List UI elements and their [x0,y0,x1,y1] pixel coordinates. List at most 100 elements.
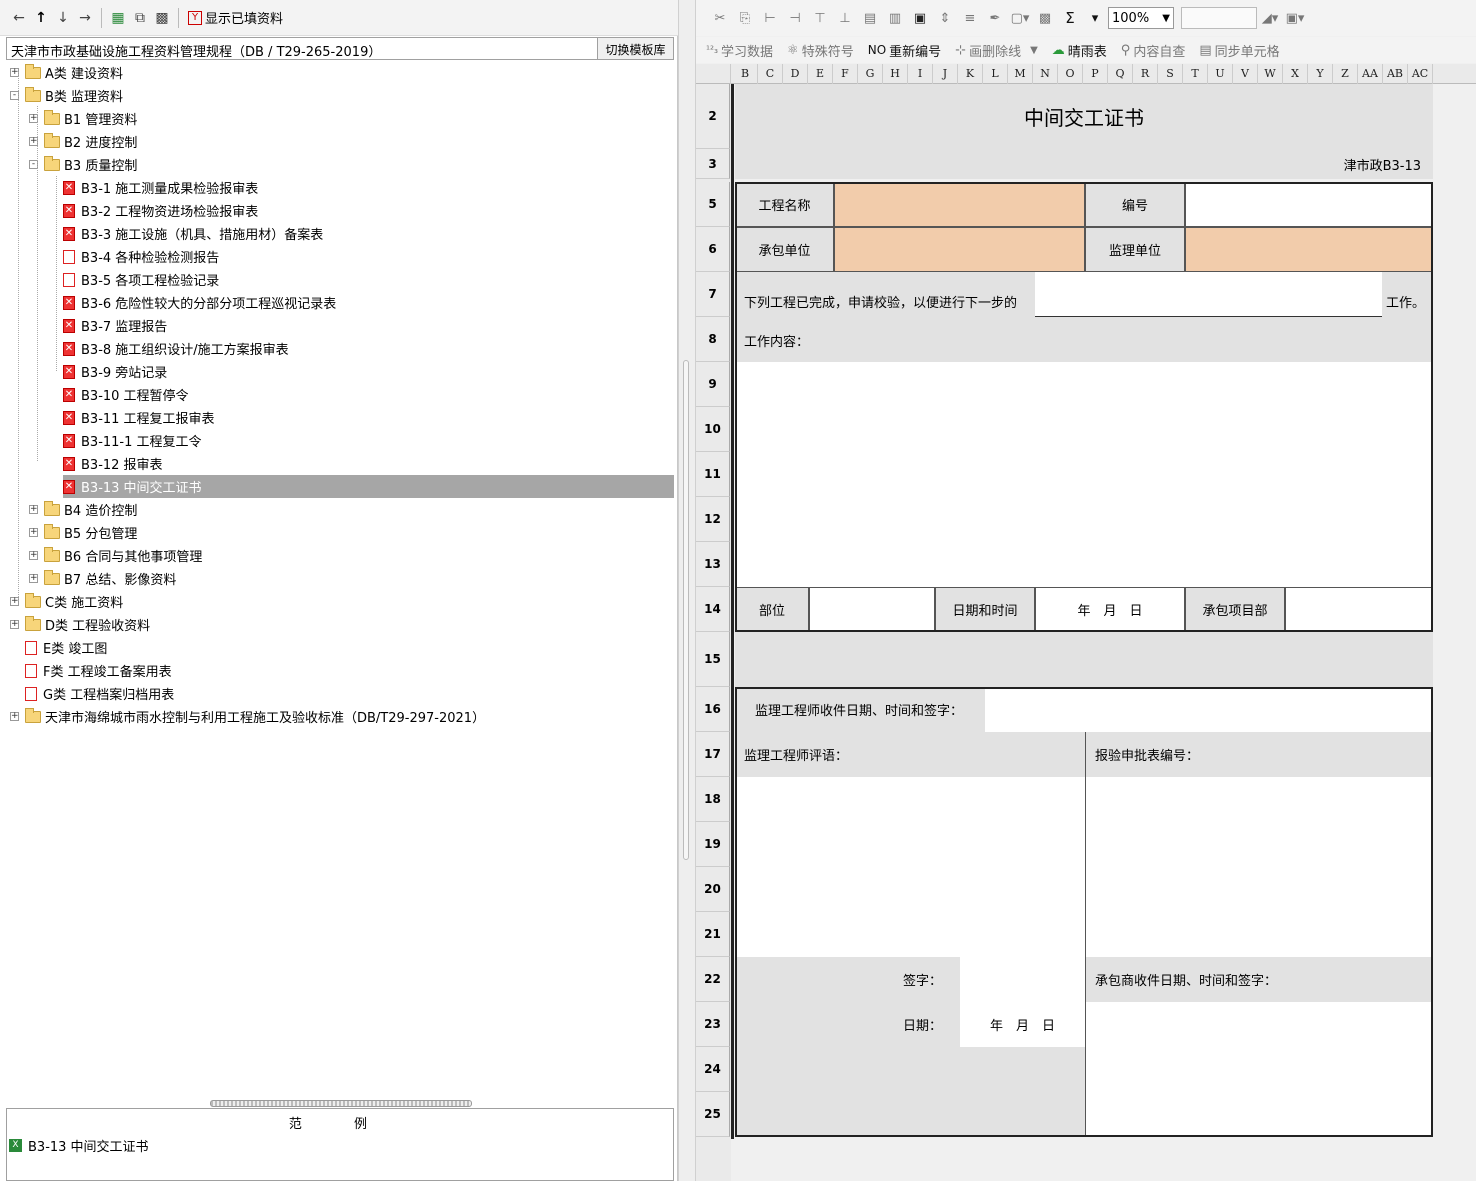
tree-node[interactable]: E类 竣工图 [25,636,107,659]
tree-node[interactable]: + B7 总结、影像资料 [29,567,176,590]
image-icon[interactable]: ▢▾ [1008,11,1032,26]
fill-icon[interactable]: ▣▾ [1283,11,1307,26]
approval-number-field[interactable] [1085,777,1433,957]
tree-node[interactable]: B3-11-1 工程复工令 [63,429,202,452]
tree-node[interactable]: B3-1 施工测量成果检验报审表 [63,176,258,199]
next-step-field[interactable] [1035,272,1382,317]
arrow-down-icon[interactable]: ↓ [52,7,74,29]
tree-node[interactable]: + D类 工程验收资料 [10,613,150,636]
learn-data-button[interactable]: ¹²₃ 学习数据 [706,41,773,60]
tree-guide-line [56,176,57,371]
approval-number-label: 报验申批表编号： [1085,732,1433,777]
legend-item[interactable]: X B3-13 中间交工证书 [9,1136,149,1155]
self-check-button[interactable]: ⚲ 内容自查 [1121,41,1186,60]
tree-node[interactable]: B3-13 中间交工证书 [63,475,674,498]
row-height-icon[interactable]: ⇕ [933,11,957,26]
tree-node[interactable]: B3-11 工程复工报审表 [63,406,215,429]
project-name-field[interactable] [834,182,1085,227]
format-icon[interactable]: ▥ [883,11,907,26]
tree-node[interactable]: + B5 分包管理 [29,521,137,544]
tree-node[interactable]: + B4 造价控制 [29,498,137,521]
sync-cell-button[interactable]: ▤ 同步单元格 [1199,41,1279,60]
tree-node[interactable]: B3-7 监理报告 [63,314,167,337]
weather-button[interactable]: ☁ 晴雨表 [1052,41,1107,60]
cut-icon[interactable]: ✂ [708,11,732,26]
expand-icon[interactable]: + [29,574,38,583]
divider-scrollbar[interactable] [683,360,689,860]
indent-icon[interactable]: ≡ [958,11,982,26]
insert-col-icon[interactable]: ⊤ [808,11,832,26]
contract-dept-field[interactable] [1285,587,1433,632]
table-add-icon[interactable]: ▦ [107,7,129,29]
tree-node[interactable]: B3-8 施工组织设计/施工方案报审表 [63,337,289,360]
merge-icon[interactable]: ▤ [858,11,882,26]
tree-node[interactable]: B3-9 旁站记录 [63,360,167,383]
copy-icon[interactable]: ⧉ [129,7,151,29]
special-symbol-button[interactable]: ⚛ 特殊符号 [787,41,854,60]
tree-node[interactable]: - B3 质量控制 [29,153,137,176]
sigma-icon[interactable]: Σ [1058,9,1082,27]
engineer-receipt-field[interactable] [985,687,1433,732]
arrow-left-icon[interactable]: ← [8,7,30,29]
tree-node[interactable]: G类 工程档案归档用表 [25,682,174,705]
tree-node[interactable]: - B类 监理资料 [10,84,123,107]
tree-node[interactable]: B3-2 工程物资进场检验报审表 [63,199,258,222]
insert-row-icon[interactable]: ⊢ [758,11,782,26]
strikethrough-button[interactable]: ⊹ 画删除线 ▼ [955,41,1038,60]
supervisor-field[interactable] [1185,227,1433,272]
tree-node[interactable]: B3-12 报审表 [63,452,163,475]
tree-node[interactable]: + B1 管理资料 [29,107,137,130]
arrow-up-icon[interactable]: ↑ [30,7,52,29]
zoom-select[interactable]: 100% ▼ [1108,7,1174,29]
delete-row-icon[interactable]: ⊣ [783,11,807,26]
engineer-comment-field[interactable] [735,777,1085,957]
switch-library-button[interactable]: 切换模板库 [597,38,673,59]
line-style-select[interactable] [1181,7,1257,29]
expand-icon[interactable]: + [10,620,19,629]
paste-icon[interactable]: ⎘ [733,11,757,26]
show-filled-button[interactable]: Y 显示已填资料 [184,6,287,30]
spacer-row [735,632,1433,687]
tree-node[interactable]: B3-4 各种检验检测报告 [63,245,219,268]
expand-icon[interactable]: + [29,528,38,537]
tree-node[interactable]: + B2 进度控制 [29,130,137,153]
sign-date-field: 年 月 日 [960,1002,1085,1047]
location-field[interactable] [809,587,935,632]
lock-icon[interactable]: ▣ [908,11,932,26]
panel-splitter[interactable] [210,1100,472,1107]
arrow-right-icon[interactable]: → [74,7,96,29]
contractor-receipt-field[interactable] [1085,1002,1433,1137]
panel-divider[interactable] [678,0,696,1181]
tree-node-label: B3-7 监理报告 [81,320,168,335]
contractor-field[interactable] [834,227,1085,272]
tree-node[interactable]: + B6 合同与其他事项管理 [29,544,202,567]
legend-title: 范 例 [288,1117,392,1132]
tree-node[interactable]: B3-5 各项工程检验记录 [63,268,219,291]
brush-icon[interactable]: ✒ [983,11,1007,26]
signature-field[interactable] [960,957,1085,1002]
chevron-down-icon[interactable]: ▾ [1083,11,1107,26]
expand-icon[interactable]: + [29,505,38,514]
format-toolbar: ✂ ⎘ ⊢ ⊣ ⊤ ⊥ ▤ ▥ ▣ ⇕ ≡ ✒ ▢▾ ▩ Σ ▾ 100% ▼ … [696,0,1476,36]
tree-node[interactable]: B3-10 工程暂停令 [63,383,189,406]
form-grid: 中间交工证书 津市政B3-13 工程名称 编号 承包单位 监理单位 下列工程已完成，申请校验… [696,64,1476,1181]
folder-icon [25,592,41,608]
grid-icon[interactable]: ▩ [151,7,173,29]
delete-col-icon[interactable]: ⊥ [833,11,857,26]
document-icon [63,249,75,264]
tree-node[interactable]: + C类 施工资料 [10,590,123,613]
tree-node[interactable]: + 天津市海绵城市雨水控制与利用工程施工及验收标准（DB/T29-297-2021… [10,705,485,728]
renumber-button[interactable]: NO 重新编号 [868,41,941,60]
spreadsheet[interactable]: B C D E F G H I J K L M N O P Q R S T U V W X Y Z AA AB AC 23567891… [696,64,1476,1181]
work-content-field[interactable] [735,362,1433,587]
tree-node[interactable]: F类 工程竣工备案用表 [25,659,172,682]
expand-icon[interactable]: + [10,712,19,721]
tree-node[interactable]: B3-6 危险性较大的分部分项工程巡视记录表 [63,291,336,314]
renumber-icon: NO [867,43,887,57]
expand-icon[interactable]: + [29,551,38,560]
tree-node[interactable]: B3-3 施工设施（机具、措施用材）备案表 [63,222,323,245]
border-icon[interactable]: ◢▾ [1258,11,1282,26]
number-field[interactable] [1185,182,1433,227]
calc-icon[interactable]: ▩ [1033,11,1057,26]
tree-node[interactable]: + A类 建设资料 [10,61,123,84]
